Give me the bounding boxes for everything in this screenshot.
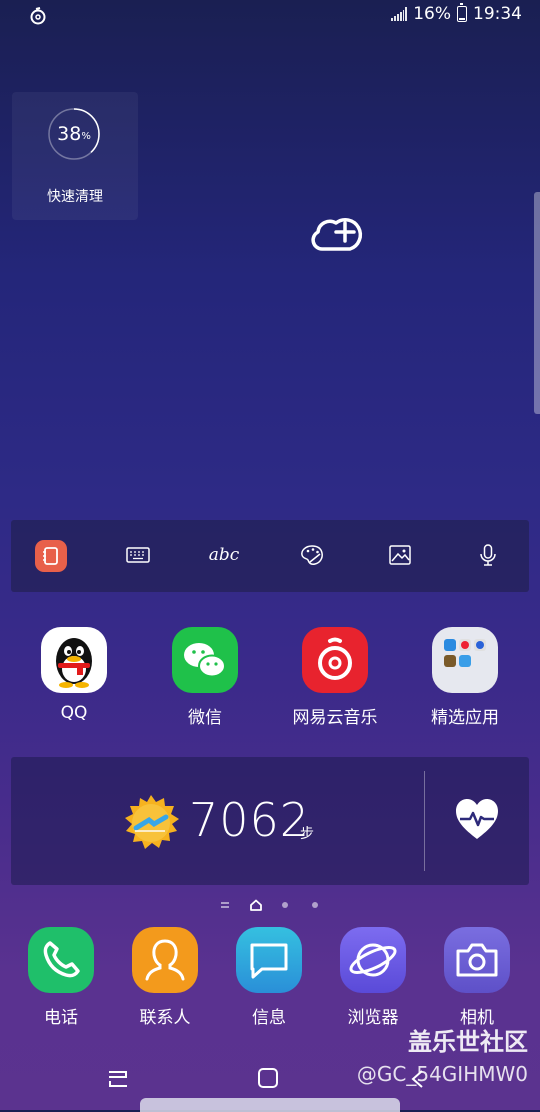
app-label: 网易云音乐 xyxy=(292,708,378,728)
dock-messages[interactable]: 信息 xyxy=(217,927,321,1028)
battery-icon xyxy=(457,3,467,22)
divider xyxy=(424,771,425,871)
netease-notification-icon xyxy=(30,7,46,25)
app-label: QQ xyxy=(60,703,88,723)
app-netease-music[interactable]: 网易云音乐 xyxy=(280,627,390,728)
page-indicator xyxy=(220,898,320,912)
clean-percent: 38% xyxy=(57,123,91,145)
step-count: 7062 xyxy=(189,793,311,847)
clock: 19:34 xyxy=(473,4,522,24)
app-label: 微信 xyxy=(188,708,222,728)
battery-percent: 16% xyxy=(413,4,451,24)
image-icon[interactable] xyxy=(383,538,417,572)
dock-contacts[interactable]: 联系人 xyxy=(113,927,217,1028)
camera-icon xyxy=(444,927,510,993)
app-label: 电话 xyxy=(44,1008,78,1028)
app-folder-featured[interactable]: 精选应用 xyxy=(410,627,520,728)
quick-clean-widget[interactable]: 38% 快速清理 xyxy=(12,92,138,220)
dock-camera[interactable]: 相机 xyxy=(425,927,529,1028)
palette-icon[interactable] xyxy=(295,538,329,572)
edge-panel-handle[interactable] xyxy=(534,192,540,414)
qq-penguin-icon xyxy=(41,627,107,693)
home-page-icon[interactable] xyxy=(250,899,262,911)
contacts-icon xyxy=(132,927,198,993)
app-wechat[interactable]: 微信 xyxy=(150,627,260,728)
back-icon[interactable] xyxy=(408,1068,428,1090)
app-qq[interactable]: QQ xyxy=(19,627,129,723)
netease-music-icon xyxy=(302,627,368,693)
cloud-add-icon[interactable] xyxy=(300,205,370,255)
phone-icon xyxy=(28,927,94,993)
quick-clean-label: 快速清理 xyxy=(47,189,103,205)
browser-icon xyxy=(340,927,406,993)
dock-phone[interactable]: 电话 xyxy=(9,927,113,1028)
recent-apps-icon[interactable] xyxy=(106,1068,130,1090)
messages-icon xyxy=(236,927,302,993)
app-label: 联系人 xyxy=(139,1008,191,1028)
samsung-health-widget[interactable]: 7062 步 xyxy=(11,757,529,885)
heart-rate-icon[interactable] xyxy=(454,797,500,841)
home-button-icon[interactable] xyxy=(257,1067,279,1089)
app-label: 信息 xyxy=(252,1008,286,1028)
app-label: 精选应用 xyxy=(431,708,499,728)
dock-browser[interactable]: 浏览器 xyxy=(321,927,425,1028)
page-dot[interactable] xyxy=(282,902,288,908)
status-bar: 16% 19:34 xyxy=(0,0,540,34)
wechat-icon xyxy=(172,627,238,693)
note-toolbar: abc xyxy=(11,520,529,592)
app-folder-icon xyxy=(432,627,498,693)
note-icon[interactable] xyxy=(35,540,67,572)
signal-icon xyxy=(391,7,408,21)
walking-badge-icon xyxy=(125,795,179,849)
microphone-icon[interactable] xyxy=(471,538,505,572)
keyboard-icon[interactable] xyxy=(121,538,155,572)
menu-page-icon[interactable] xyxy=(220,901,230,909)
handwriting-icon[interactable]: abc xyxy=(207,538,241,572)
step-unit: 步 xyxy=(300,826,314,842)
page-dot[interactable] xyxy=(312,902,318,908)
